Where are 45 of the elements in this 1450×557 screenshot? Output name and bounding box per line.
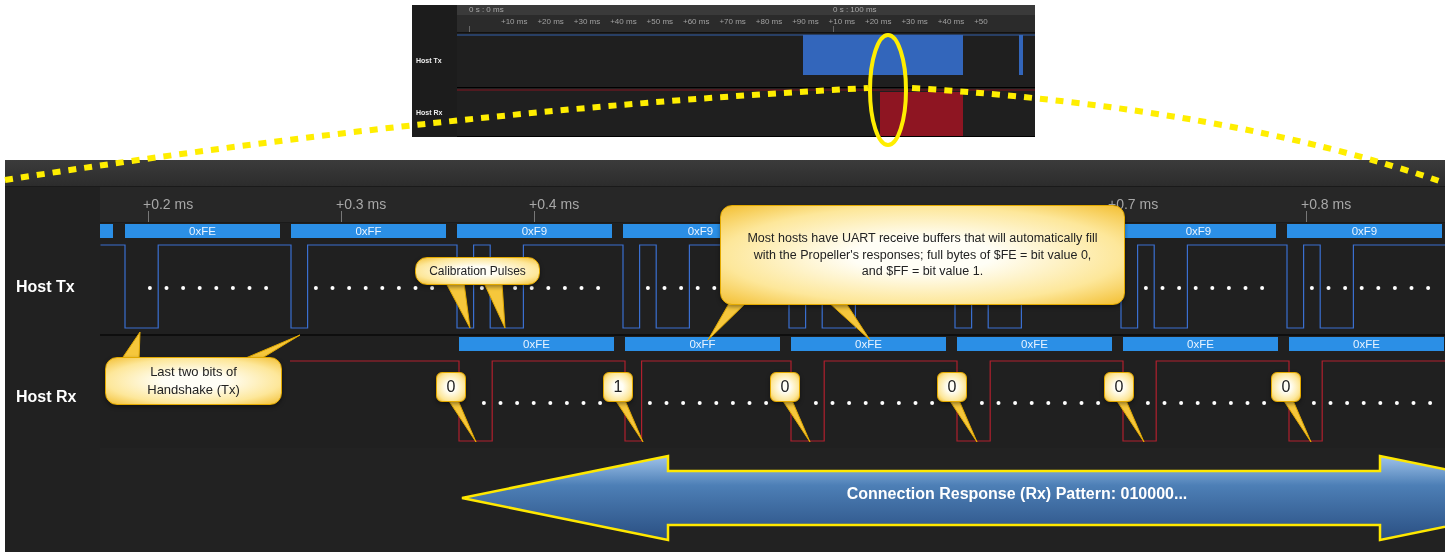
tick-label: +0.2 ms [143,196,194,212]
tick-label: +50 [974,17,988,26]
byte-value: 0xF9 [457,224,612,238]
tick-label: +50 ms [646,17,674,26]
byte-value: 0xFF [291,224,446,238]
tick-label: +30 ms [573,17,601,26]
channel-label: Host Rx [15,387,77,406]
tick-label: +40 ms [937,17,965,26]
byte-value: 0xFF [625,337,780,351]
bit-value-callout: 1 [603,372,643,442]
byte-value: 0xFE [459,337,614,351]
byte-value: 0xFE [791,337,946,351]
bit-value-callout: 0 [770,372,810,442]
tick-label: +80 ms [755,17,783,26]
tick-label: +0.3 ms [336,196,387,212]
byte-bar [100,224,113,238]
tick-label: +10 ms [501,17,528,26]
bit-value-callout: 0 [436,372,476,442]
callout-pointer [483,282,506,329]
arrow-label: Connection Response (Rx) Pattern: 010000... [845,485,1189,503]
tick-label: +0.4 ms [529,196,580,212]
bit-value-callout: 0 [1104,372,1144,442]
bit-value-callout: 0 [1271,372,1311,442]
time-label: 0 s : 0 ms [469,5,504,15]
tick-label: +20 ms [865,17,892,26]
tick-label: +20 ms [537,17,564,26]
callout-pointer [445,282,471,329]
tick-label: +40 ms [610,17,637,26]
time-label: 0 s : 100 ms [833,5,877,15]
callout: Last two bits of Handshake (Tx) [105,332,300,405]
byte-value: 0xF9 [1287,224,1442,238]
tick-label: +30 ms [901,17,928,26]
byte-value: 0xFE [1289,337,1444,351]
tick-label: +0.8 ms [1301,196,1352,212]
byte-value: 0xFE [125,224,280,238]
tick-label: +10 ms [828,17,856,26]
tick-label: +70 ms [719,17,746,26]
byte-value: 0xFE [957,337,1112,351]
callout: Calibration Pulses [415,257,540,328]
bit-value-callout: 0 [937,372,977,442]
channel-label: Host Tx [15,277,75,296]
tick-label: +60 ms [683,17,710,26]
activity-block [1019,35,1023,75]
tick-label: +90 ms [792,17,819,26]
byte-value: 0xFE [1123,337,1278,351]
